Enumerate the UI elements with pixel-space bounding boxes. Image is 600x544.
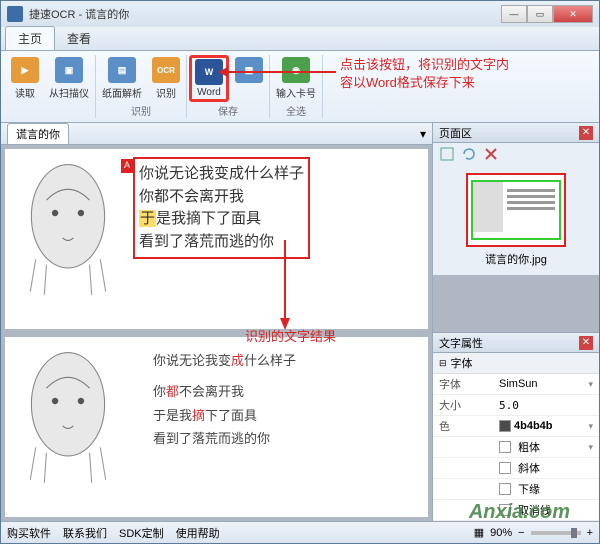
prop-strike[interactable]: 取消线 — [433, 500, 599, 521]
status-help[interactable]: 使用帮助 — [176, 525, 220, 541]
app-icon — [7, 6, 23, 22]
analyze-button[interactable]: ▤ 纸面解析 — [98, 55, 146, 102]
ocr-region-box[interactable]: A 你说无论我变成什么样子 你都不会离开我 于是我摘下了面具 看到了落荒而逃的你 — [133, 157, 310, 259]
group-save-label: 保存 — [218, 103, 238, 118]
pages-panel-header: 页面区 ✕ — [433, 123, 599, 143]
result-line-4: 看到了落荒而逃的你 — [153, 427, 390, 450]
scanner-icon: ▣ — [55, 57, 83, 83]
ocr-line-4: 看到了落荒而逃的你 — [139, 231, 304, 254]
word-button[interactable]: W Word — [189, 55, 229, 102]
card-button[interactable]: ◉ 输入卡号 — [272, 55, 320, 102]
properties-panel: 文字属性 ✕ 字体 字体 SimSun▾ 大小 5.0 色 4b4b4 — [433, 332, 599, 521]
result-line-3: 于是我摘下了面具 — [153, 404, 390, 427]
ribbon-tabs: 主页 查看 — [1, 27, 599, 51]
prop-size[interactable]: 大小 5.0 — [433, 395, 599, 416]
status-contact[interactable]: 联系我们 — [63, 525, 107, 541]
group-select-label: 全选 — [286, 103, 306, 118]
zoom-out-button[interactable]: − — [518, 527, 524, 539]
result-line-1: 你说无论我变成什么样子 — [153, 349, 390, 372]
main-area: 谎言的你 ▾ A 你说无论我变成什么样子 你都不会离开我 于是我摘下了面具 看 — [1, 123, 432, 521]
document-tabs: 谎言的你 ▾ — [1, 123, 432, 145]
analyze-icon: ▤ — [108, 57, 136, 83]
ribbon: ▶ 读取 ▣ 从扫描仪 ▤ 纸面解析 OCR 识别 识别 — [1, 51, 599, 123]
app-window: 捷速OCR - 谎言的你 — ▭ ✕ 主页 查看 ▶ 读取 ▣ 从扫描仪 — [0, 0, 600, 544]
prop-color[interactable]: 色 4b4b4b▾ — [433, 416, 599, 437]
tab-home[interactable]: 主页 — [5, 26, 55, 50]
image-pane: A 你说无论我变成什么样子 你都不会离开我 于是我摘下了面具 看到了落荒而逃的你 — [5, 149, 428, 329]
source-image — [13, 157, 123, 297]
status-buy[interactable]: 购买软件 — [7, 525, 51, 541]
page-thumbnail[interactable] — [466, 173, 566, 247]
prop-bold[interactable]: 粗体▾ — [433, 437, 599, 458]
zoom-in-button[interactable]: + — [587, 527, 593, 539]
properties-title: 文字属性 — [439, 335, 483, 351]
result-pane: 你说无论我变成什么样子 你都不会离开我 于是我摘下了面具 看到了落荒而逃的你 — [5, 337, 428, 517]
right-sidebar: 页面区 ✕ 谎言的你.jpg 文字属性 — [432, 123, 599, 521]
prop-section-font[interactable]: 字体 — [433, 353, 599, 374]
zoom-value: 90% — [490, 527, 512, 539]
titlebar: 捷速OCR - 谎言的你 — ▭ ✕ — [1, 1, 599, 27]
prop-italic[interactable]: 斜体 — [433, 458, 599, 479]
other-save-button[interactable]: ▦ — [231, 55, 267, 102]
word-icon: W — [195, 59, 223, 85]
checkbox-icon[interactable] — [499, 462, 511, 474]
prop-font[interactable]: 字体 SimSun▾ — [433, 374, 599, 395]
thumbnail-area: 谎言的你.jpg — [433, 165, 599, 275]
scanner-button[interactable]: ▣ 从扫描仪 — [45, 55, 93, 102]
read-icon: ▶ — [11, 57, 39, 83]
result-image — [13, 345, 123, 485]
checkbox-icon[interactable] — [499, 504, 511, 516]
close-button[interactable]: ✕ — [553, 5, 593, 23]
zoom-slider[interactable] — [531, 531, 581, 535]
workspace: A 你说无论我变成什么样子 你都不会离开我 于是我摘下了面具 看到了落荒而逃的你 — [1, 145, 432, 521]
ocr-region-marker-icon: A — [121, 159, 133, 173]
window-title: 捷速OCR - 谎言的你 — [29, 6, 129, 22]
ocr-line-3: 于是我摘下了面具 — [139, 208, 304, 231]
ocr-icon: OCR — [152, 57, 180, 83]
color-swatch-icon — [499, 420, 511, 432]
ocr-line-2: 你都不会离开我 — [139, 186, 304, 209]
checkbox-icon[interactable] — [499, 441, 511, 453]
recognize-button[interactable]: OCR 识别 — [148, 55, 184, 102]
result-line-2: 你都不会离开我 — [153, 380, 390, 403]
pages-toolbar — [433, 143, 599, 165]
page-nav-icon[interactable] — [439, 146, 455, 162]
status-sdk[interactable]: SDK定制 — [119, 525, 164, 541]
thumbnail-label: 谎言的你.jpg — [485, 251, 547, 267]
ocr-line-1: 你说无论我变成什么样子 — [139, 163, 304, 186]
other-icon: ▦ — [235, 57, 263, 83]
read-button[interactable]: ▶ 读取 — [7, 55, 43, 102]
doc-tab-item[interactable]: 谎言的你 — [7, 123, 69, 144]
prop-underline[interactable]: 下缘 — [433, 479, 599, 500]
tab-view[interactable]: 查看 — [55, 27, 103, 50]
pages-panel-title: 页面区 — [439, 125, 472, 141]
group-recognize-label: 识别 — [131, 103, 151, 118]
result-text[interactable]: 你说无论我变成什么样子 你都不会离开我 于是我摘下了面具 看到了落荒而逃的你 — [153, 349, 390, 451]
properties-close-icon[interactable]: ✕ — [579, 336, 593, 350]
minimize-button[interactable]: — — [501, 5, 527, 23]
maximize-button[interactable]: ▭ — [527, 5, 553, 23]
checkbox-icon[interactable] — [499, 483, 511, 495]
pages-panel-close-icon[interactable]: ✕ — [579, 126, 593, 140]
card-icon: ◉ — [282, 57, 310, 83]
statusbar: 购买软件 联系我们 SDK定制 使用帮助 ▦ 90% − + — [1, 521, 599, 543]
doc-tab-dropdown-icon[interactable]: ▾ — [420, 127, 426, 141]
page-rotate-icon[interactable] — [461, 146, 477, 162]
layout-icon[interactable]: ▦ — [474, 526, 484, 539]
page-delete-icon[interactable] — [483, 146, 499, 162]
